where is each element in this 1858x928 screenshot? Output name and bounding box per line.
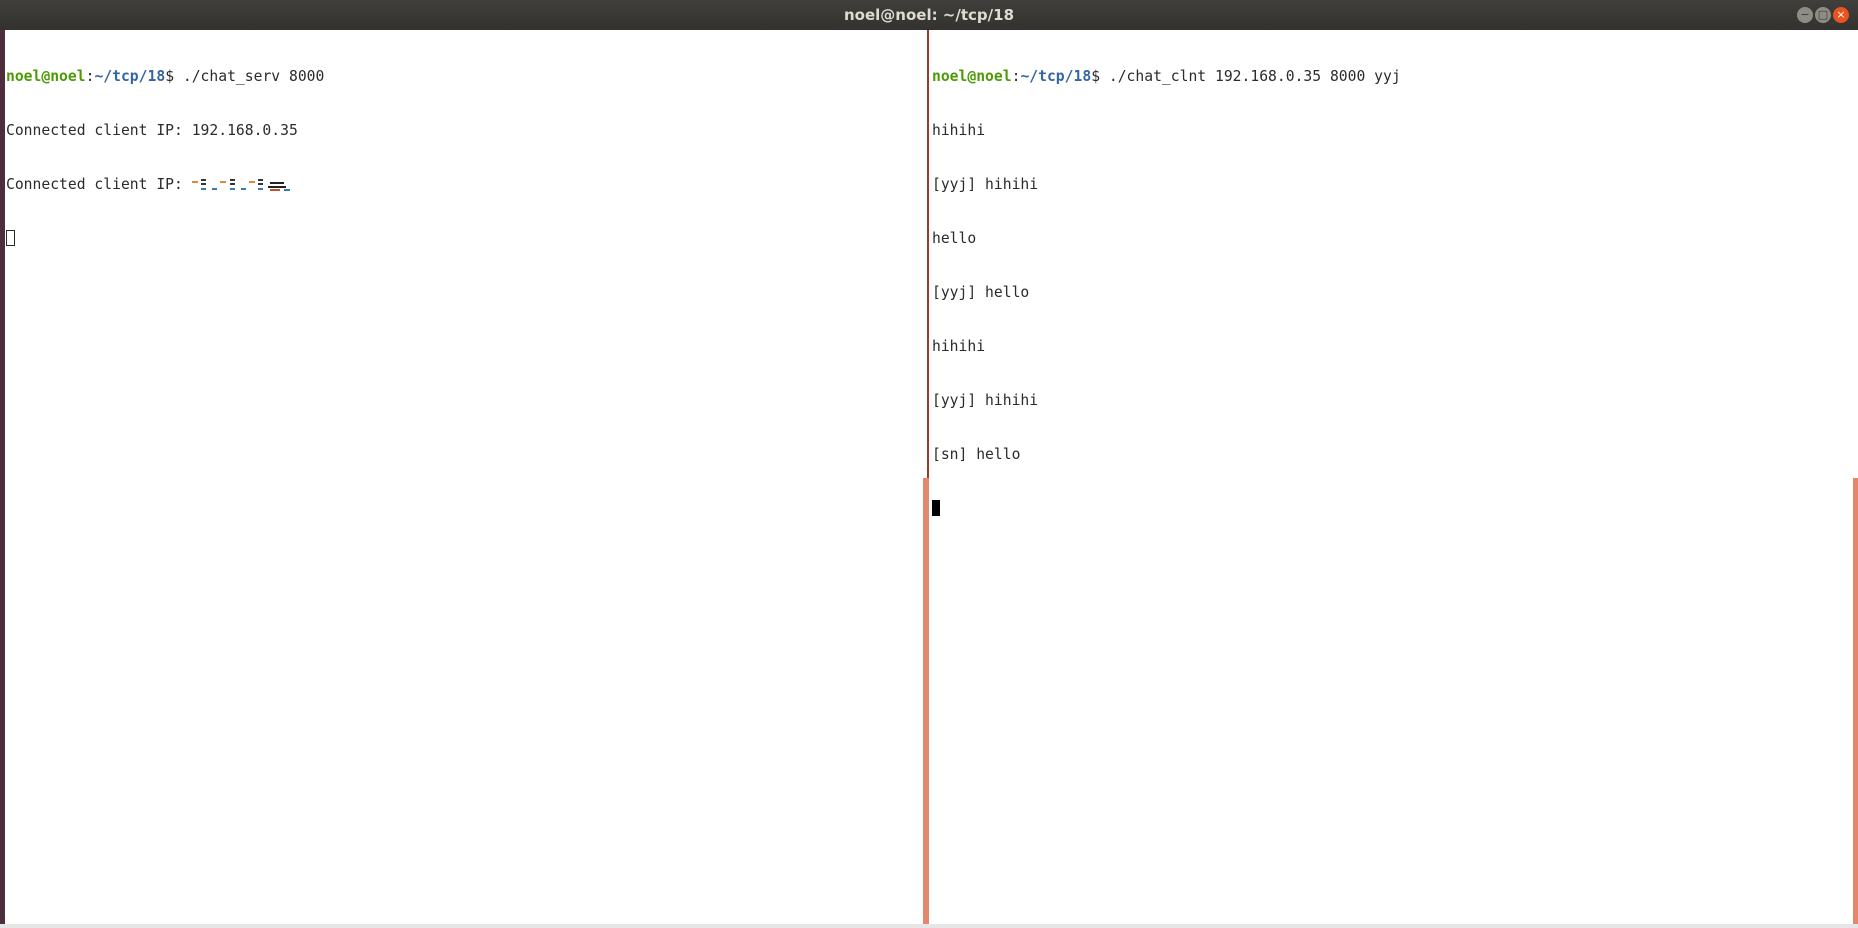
output-line: hello	[932, 230, 977, 247]
output-line: [sn] hello	[932, 446, 1021, 463]
prompt-dollar: $	[165, 68, 175, 85]
window-bottom-edge	[0, 924, 1858, 928]
maximize-button[interactable]: □	[1815, 7, 1831, 23]
prompt-line: noel@noel:~/tcp/18$ ./chat_clnt 192.168.…	[932, 68, 1401, 86]
terminal-output-right: noel@noel:~/tcp/18$ ./chat_clnt 192.168.…	[932, 32, 1401, 554]
terminal-output-left: noel@noel:~/tcp/18$ ./chat_serv 8000 Con…	[6, 32, 324, 284]
window-titlebar[interactable]: noel@noel: ~/tcp/18 − □ ×	[0, 0, 1858, 30]
minimize-button[interactable]: −	[1797, 7, 1813, 23]
prompt-user: noel@noel	[6, 68, 86, 85]
terminal-cursor	[6, 230, 15, 246]
output-line: [yyj] hello	[932, 284, 1030, 301]
terminal-pane-left[interactable]: noel@noel:~/tcp/18$ ./chat_serv 8000 Con…	[0, 30, 932, 928]
output-text: Connected client IP:	[6, 176, 192, 193]
output-line: [yyj] hihihi	[932, 176, 1039, 193]
prompt-dollar: $	[1091, 68, 1101, 85]
output-line: hihihi	[932, 122, 986, 139]
prompt-path: ~/tcp/18	[94, 68, 166, 85]
window-title: noel@noel: ~/tcp/18	[843, 6, 1015, 24]
close-button[interactable]: ×	[1833, 7, 1849, 23]
output-line: hihihi	[932, 338, 986, 355]
output-line: Connected client IP:	[6, 176, 324, 194]
prompt-user: noel@noel	[932, 68, 1012, 85]
right-pane-scrollbar[interactable]	[1853, 478, 1858, 928]
output-line: [yyj] hihihi	[932, 392, 1039, 409]
cursor-line	[6, 230, 324, 248]
terminal-cursor	[932, 500, 940, 516]
cursor-line	[932, 500, 1401, 518]
prompt-path: ~/tcp/18	[1020, 68, 1092, 85]
output-line: Connected client IP: 192.168.0.35	[6, 122, 298, 139]
command-text: ./chat_serv 8000	[174, 68, 325, 85]
command-text: ./chat_clnt 192.168.0.35 8000 yyj	[1100, 68, 1401, 85]
prompt-line: noel@noel:~/tcp/18$ ./chat_serv 8000	[6, 68, 324, 86]
terminal-pane-right[interactable]: noel@noel:~/tcp/18$ ./chat_clnt 192.168.…	[929, 30, 1858, 928]
redacted-ip	[191, 177, 296, 191]
